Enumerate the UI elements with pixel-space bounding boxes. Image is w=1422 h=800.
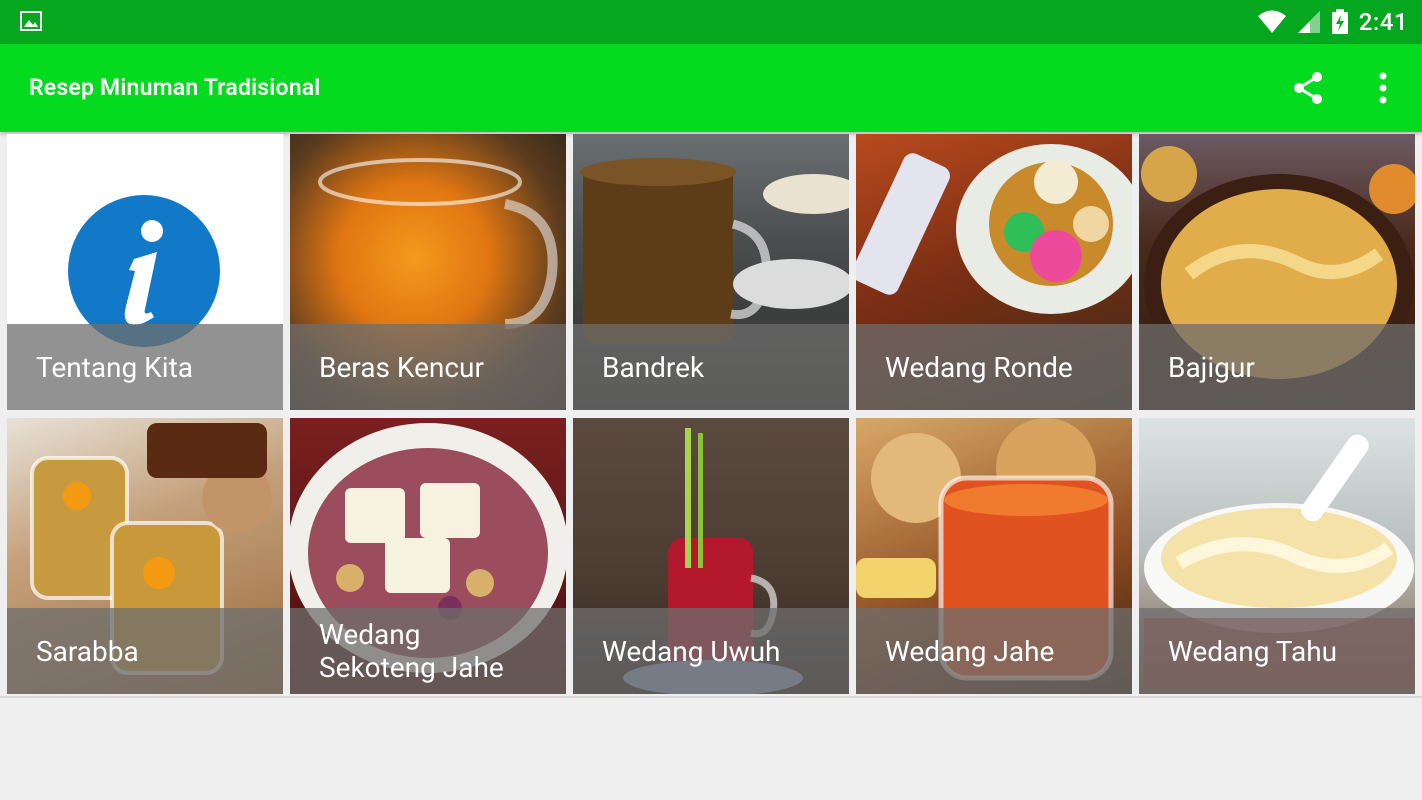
grid-item-bandrek[interactable]: Bandrek (573, 134, 849, 410)
grid-item-sarabba[interactable]: Sarabba (7, 418, 283, 694)
battery-charging-icon (1331, 9, 1348, 34)
tile-caption: Beras Kencur (290, 324, 566, 410)
share-button[interactable] (1286, 66, 1330, 110)
tile-caption: Tentang Kita (7, 324, 283, 410)
tile-label: Beras Kencur (319, 350, 484, 384)
grid-item-wedang-tahu[interactable]: Wedang Tahu (1139, 418, 1415, 694)
tile-caption: Bandrek (573, 324, 849, 410)
tile-caption: Wedang Tahu (1139, 608, 1415, 694)
grid-item-bajigur[interactable]: Bajigur (1139, 134, 1415, 410)
tile-caption: Wedang Sekoteng Jahe (290, 608, 566, 694)
tile-label: Sarabba (36, 634, 139, 668)
tile-caption: Wedang Ronde (856, 324, 1132, 410)
tile-label: Bandrek (602, 350, 705, 384)
bottom-divider (0, 696, 1422, 698)
tile-label: Wedang Ronde (885, 350, 1073, 384)
app-title: Resep Minuman Tradisional (29, 74, 321, 101)
image-notification-icon (20, 11, 42, 31)
tile-label: Bajigur (1168, 350, 1255, 384)
share-icon (1294, 72, 1322, 104)
grid-item-wedang-uwuh[interactable]: Wedang Uwuh (573, 418, 849, 694)
grid-item-beras-kencur[interactable]: Beras Kencur (290, 134, 566, 410)
grid-item-wedang-ronde[interactable]: Wedang Ronde (856, 134, 1132, 410)
drink-grid: Tentang Kita Beras Kencur Bandrek Wedang… (7, 134, 1415, 694)
tile-label: Wedang Tahu (1168, 634, 1338, 668)
app-bar: Resep Minuman Tradisional (0, 44, 1422, 132)
tile-label: Tentang Kita (36, 350, 193, 384)
cell-signal-icon (1297, 11, 1320, 33)
status-bar: 2:41 (0, 0, 1422, 44)
tile-caption: Wedang Jahe (856, 608, 1132, 694)
tile-label: Wedang Uwuh (602, 634, 781, 668)
more-vert-icon (1379, 72, 1387, 104)
tile-caption: Wedang Uwuh (573, 608, 849, 694)
tile-caption: Sarabba (7, 608, 283, 694)
tile-caption: Bajigur (1139, 324, 1415, 410)
grid-item-wedang-sekoteng-jahe[interactable]: Wedang Sekoteng Jahe (290, 418, 566, 694)
grid-item-wedang-jahe[interactable]: Wedang Jahe (856, 418, 1132, 694)
tile-label: Wedang Jahe (885, 634, 1055, 668)
status-time: 2:41 (1358, 8, 1408, 36)
tile-label: Wedang Sekoteng Jahe (319, 618, 504, 684)
more-options-button[interactable] (1361, 66, 1405, 110)
grid-item-tentang-kita[interactable]: Tentang Kita (7, 134, 283, 410)
wifi-icon (1257, 10, 1286, 33)
